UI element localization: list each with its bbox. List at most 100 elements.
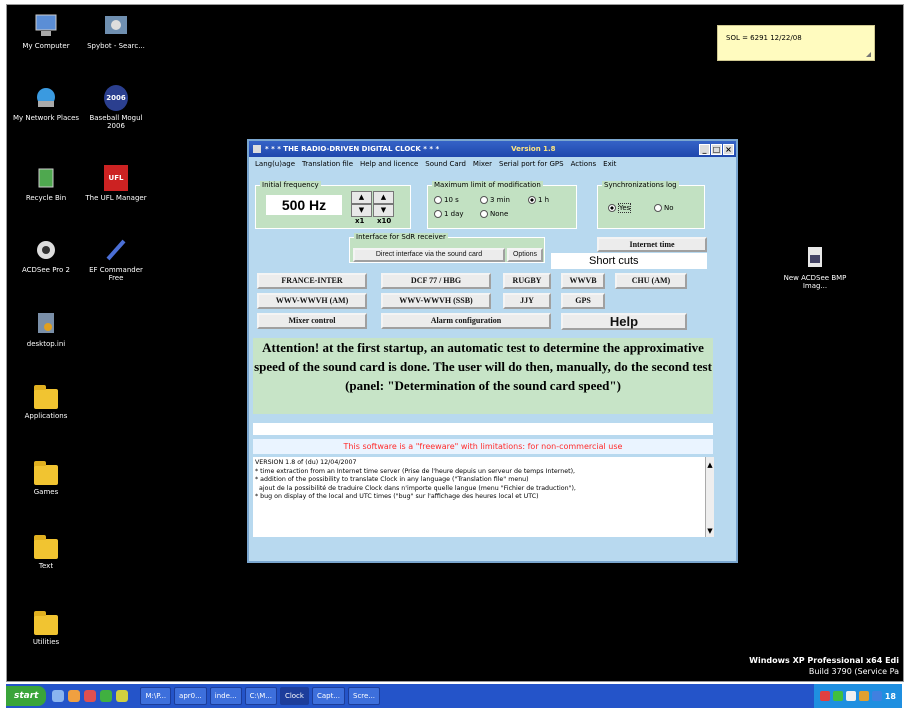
tray-icon[interactable]	[819, 691, 830, 701]
menu-help-licence[interactable]: Help and licence	[360, 160, 418, 168]
station-wwv-wwvh-am-button[interactable]: WWV-WWVH (AM)	[257, 293, 367, 309]
sync-log-group: Synchronizations log Yes No	[597, 181, 705, 229]
radio-circle-selected	[528, 196, 536, 204]
status-line	[253, 423, 713, 435]
desktop-icon-desktop-ini[interactable]: desktop.ini	[11, 311, 81, 348]
menu-language[interactable]: Lang(u)age	[255, 160, 295, 168]
menu-exit[interactable]: Exit	[603, 160, 616, 168]
sdr-options-button[interactable]: Options	[507, 248, 543, 262]
desktop-icon-games[interactable]: Games	[11, 461, 81, 496]
start-button[interactable]: start	[6, 686, 47, 706]
task-inde[interactable]: inde...	[209, 687, 242, 705]
log-line: ajout de la possibilité de traduire Cloc…	[255, 484, 576, 492]
quicklaunch-firefox-icon[interactable]	[68, 690, 81, 702]
mult-x1-label: x1	[355, 217, 365, 225]
app-icon	[253, 145, 261, 153]
task-apr[interactable]: apr0...	[174, 687, 207, 705]
tray-icon[interactable]	[832, 691, 843, 701]
station-rugby-button[interactable]: RUGBY	[503, 273, 551, 289]
menu-mixer[interactable]: Mixer	[473, 160, 492, 168]
desktop-icon-acdsee[interactable]: ACDSee Pro 2	[11, 237, 81, 274]
radio-label: 1 day	[444, 210, 464, 218]
menu-sound-card[interactable]: Sound Card	[425, 160, 466, 168]
task-mp[interactable]: M:\P...	[140, 687, 172, 705]
radio-1h[interactable]: 1 h	[528, 196, 549, 204]
desktop-icon-applications[interactable]: Applications	[11, 385, 81, 420]
sticky-note-text: SOL = 6291 12/22/08	[726, 34, 802, 42]
station-chu-am-button[interactable]: CHU (AM)	[615, 273, 687, 289]
bmp-file-icon	[801, 245, 829, 271]
icon-label: The UFL Manager	[85, 194, 147, 202]
desktop-icon-network[interactable]: My Network Places	[11, 85, 81, 122]
desktop-icon-recycle-bin[interactable]: Recycle Bin	[11, 165, 81, 202]
radio-none[interactable]: None	[480, 210, 508, 218]
close-button[interactable]: ×	[723, 143, 734, 155]
max-modification-group: Maximum limit of modification 10 s 3 min…	[427, 181, 577, 229]
desktop-icon-baseball[interactable]: 2006 Baseball Mogul 2006	[81, 85, 151, 130]
taskbar: start M:\P... apr0... inde... C:\M... Cl…	[6, 684, 902, 708]
acdsee-icon	[32, 237, 60, 263]
tray-icon[interactable]	[858, 691, 869, 701]
station-jjy-button[interactable]: JJY	[503, 293, 551, 309]
desktop-icon-ef-commander[interactable]: EF Commander Free	[81, 237, 151, 282]
menu-serial-port-gps[interactable]: Serial port for GPS	[499, 160, 564, 168]
frequency-display: 500 Hz	[266, 195, 342, 215]
radio-log-no[interactable]: No	[654, 204, 674, 212]
version-label: Version 1.8	[511, 145, 556, 153]
menu-translation-file[interactable]: Translation file	[302, 160, 353, 168]
freq-up-x10-button[interactable]: ▲	[373, 191, 394, 204]
station-gps-button[interactable]: GPS	[561, 293, 605, 309]
menu-actions[interactable]: Actions	[571, 160, 597, 168]
radio-label: 1 h	[538, 196, 550, 204]
short-cuts-label: Short cuts	[551, 253, 707, 269]
radio-circle	[480, 210, 488, 218]
desktop-icon-new-bmp[interactable]: New ACDSee BMP Imag...	[777, 245, 853, 290]
quicklaunch-explorer-icon[interactable]	[52, 690, 65, 702]
title-bar[interactable]: * * * THE RADIO-DRIVEN DIGITAL CLOCK * *…	[249, 141, 736, 157]
radio-10s[interactable]: 10 s	[434, 196, 459, 204]
ini-file-icon	[32, 311, 60, 337]
maximize-button[interactable]: □	[711, 143, 722, 155]
station-wwv-wwvh-ssb-button[interactable]: WWV-WWVH (SSB)	[381, 293, 491, 309]
freq-up-x1-button[interactable]: ▲	[351, 191, 372, 204]
tray-clock[interactable]: 18	[885, 692, 896, 701]
desktop-icon-utilities[interactable]: Utilities	[11, 611, 81, 646]
scroll-up-icon[interactable]: ▲	[706, 461, 714, 469]
quicklaunch-app2-icon[interactable]	[100, 690, 113, 702]
radio-log-yes[interactable]: Yes	[608, 203, 632, 213]
desktop-icon-my-computer[interactable]: My Computer	[11, 13, 81, 50]
tray-icon[interactable]	[871, 691, 882, 701]
internet-time-button[interactable]: Internet time	[597, 237, 707, 252]
desktop-icon-ufl[interactable]: UFL The UFL Manager	[81, 165, 151, 202]
icon-label: ACDSee Pro 2	[21, 266, 70, 274]
sticky-note[interactable]: SOL = 6291 12/22/08	[717, 25, 875, 61]
task-capt[interactable]: Capt...	[311, 687, 346, 705]
sdr-label: Interface for SdR receiver	[354, 233, 448, 241]
radio-3min[interactable]: 3 min	[480, 196, 510, 204]
freq-down-x1-button[interactable]: ▼	[351, 204, 372, 217]
station-france-inter-button[interactable]: FRANCE-INTER	[257, 273, 367, 289]
station-wwvb-button[interactable]: WWVB	[561, 273, 605, 289]
max-modification-label: Maximum limit of modification	[432, 181, 543, 189]
task-scre[interactable]: Scre...	[348, 687, 381, 705]
scroll-down-icon[interactable]: ▼	[706, 527, 714, 535]
desktop-icon-text[interactable]: Text	[11, 535, 81, 570]
minimize-button[interactable]: _	[699, 143, 710, 155]
log-scrollbar[interactable]: ▲ ▼	[705, 457, 714, 537]
help-button[interactable]: Help	[561, 313, 687, 330]
task-cm[interactable]: C:\M...	[244, 687, 277, 705]
desktop-icon-spybot[interactable]: Spybot - Searc...	[81, 13, 151, 50]
quicklaunch-app3-icon[interactable]	[116, 690, 129, 702]
tray-icon[interactable]	[845, 691, 856, 701]
radio-1day[interactable]: 1 day	[434, 210, 464, 218]
version-log-textarea[interactable]: VERSION 1.8 of (du) 12/04/2007 * time ex…	[253, 457, 705, 537]
freq-down-x10-button[interactable]: ▼	[373, 204, 394, 217]
mixer-control-button[interactable]: Mixer control	[257, 313, 367, 329]
task-clock[interactable]: Clock	[279, 687, 309, 705]
alarm-configuration-button[interactable]: Alarm configuration	[381, 313, 551, 329]
recycle-bin-icon	[32, 165, 60, 191]
direct-interface-button[interactable]: Direct interface via the sound card	[353, 248, 505, 262]
initial-frequency-label: Initial frequency	[260, 181, 321, 189]
station-dcf77-hbg-button[interactable]: DCF 77 / HBG	[381, 273, 491, 289]
quicklaunch-app-icon[interactable]	[84, 690, 97, 702]
